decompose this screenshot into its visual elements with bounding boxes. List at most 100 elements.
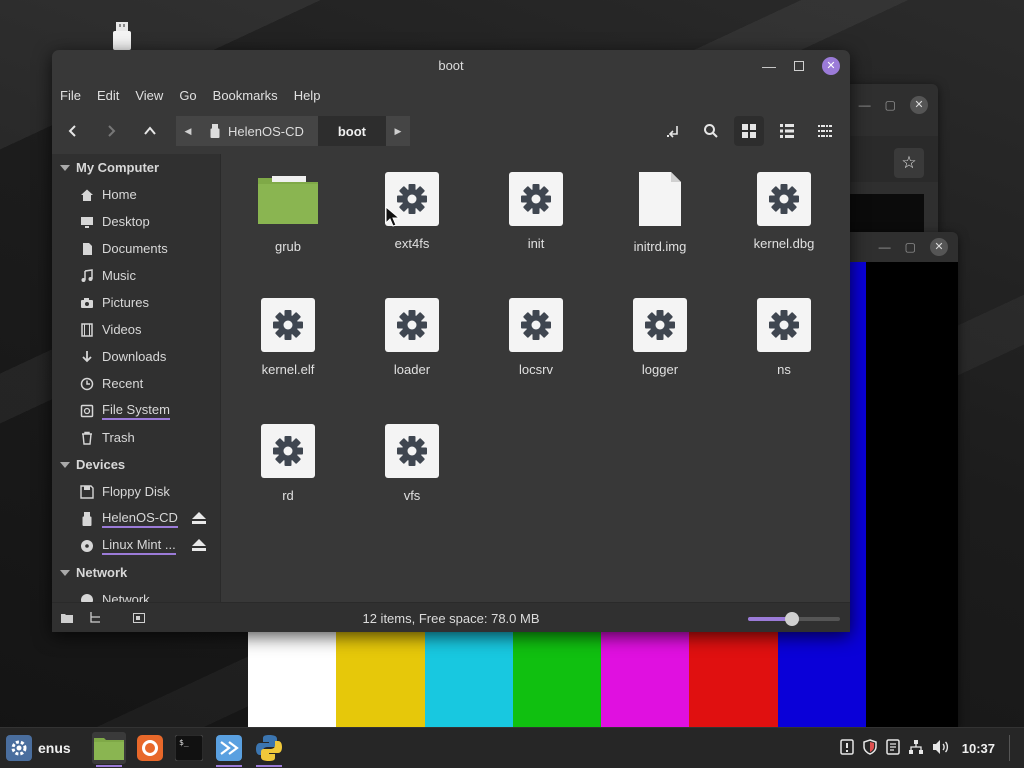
file-item-ns[interactable]: ns (734, 298, 834, 377)
sidebar-item-videos[interactable]: Videos (52, 316, 220, 343)
eject-icon[interactable] (192, 539, 206, 554)
taskbar-app-file-manager[interactable] (92, 732, 126, 767)
sidebar-item-pictures[interactable]: Pictures (52, 289, 220, 316)
sidebar-item-trash[interactable]: Trash (52, 424, 220, 451)
minimize-button[interactable]: — (762, 58, 776, 74)
menu-go[interactable]: Go (171, 84, 204, 108)
up-button[interactable] (135, 114, 165, 148)
sidebar-item-label: Recent (102, 376, 144, 391)
file-name: ns (777, 362, 791, 377)
file-item-ext4fs[interactable]: ext4fs (362, 172, 462, 251)
maximize-button[interactable] (794, 61, 804, 71)
file-item-rd[interactable]: rd (238, 424, 338, 503)
icon-view-button[interactable] (734, 116, 764, 146)
gear-icon (757, 172, 811, 226)
taskbar-app-qemu[interactable] (212, 732, 246, 767)
zoom-slider[interactable] (748, 612, 840, 626)
minimize-icon[interactable]: — (859, 98, 871, 112)
test-bar-6 (777, 632, 866, 728)
menu-bookmarks[interactable]: Bookmarks (205, 84, 286, 108)
compact-view-button[interactable] (810, 116, 840, 146)
notes-icon[interactable] (886, 738, 900, 758)
forward-button[interactable] (96, 114, 126, 148)
file-item-initrd-img[interactable]: initrd.img (610, 172, 710, 254)
show-desktop-button[interactable] (1009, 735, 1016, 761)
menu-view[interactable]: View (127, 84, 171, 108)
sidebar-item-desktop[interactable]: Desktop (52, 208, 220, 235)
file-item-kernel-dbg[interactable]: kernel.dbg (734, 172, 834, 251)
network-icon[interactable] (908, 739, 924, 758)
volume-icon[interactable] (932, 739, 950, 758)
maximize-icon[interactable]: ▢ (905, 240, 916, 254)
sidebar-item-downloads[interactable]: Downloads (52, 343, 220, 370)
list-view-button[interactable] (772, 116, 802, 146)
breadcrumb-left-arrow[interactable]: ◀ (176, 116, 200, 146)
sidebar-item-label: Videos (102, 322, 142, 337)
file-item-kernel-elf[interactable]: kernel.elf (238, 298, 338, 377)
desktop-icon (80, 215, 94, 229)
sidebar-item-music[interactable]: Music (52, 262, 220, 289)
minimize-icon[interactable]: — (879, 240, 891, 254)
breadcrumb-item-helenos-cd[interactable]: HelenOS-CD (200, 116, 318, 146)
color-test-bars (248, 632, 866, 728)
menu-help[interactable]: Help (286, 84, 329, 108)
file-item-loader[interactable]: loader (362, 298, 462, 377)
test-bar-5 (689, 632, 778, 728)
title-bar[interactable]: boot — ✕ (52, 50, 850, 82)
close-icon[interactable]: ✕ (930, 238, 948, 256)
sidebar-item-home[interactable]: Home (52, 181, 220, 208)
usb-drive-desktop-icon[interactable] (112, 22, 132, 50)
maximize-icon[interactable]: ▢ (885, 98, 896, 112)
shield-icon[interactable] (862, 738, 878, 758)
sidebar-item-file-system[interactable]: File System (52, 397, 220, 424)
file-item-logger[interactable]: logger (610, 298, 710, 377)
search-button[interactable] (696, 116, 726, 146)
location-toggle-button[interactable] (658, 116, 688, 146)
file-item-locsrv[interactable]: locsrv (486, 298, 586, 377)
file-item-init[interactable]: init (486, 172, 586, 251)
file-item-vfs[interactable]: vfs (362, 424, 462, 503)
sidebar-item-label: Music (102, 268, 136, 283)
menu-button[interactable]: enus (6, 734, 71, 762)
sidebar-section-devices[interactable]: Devices (52, 451, 220, 478)
taskbar-app-python[interactable] (252, 732, 286, 767)
document-icon (80, 242, 94, 256)
sidebar-section-my-computer[interactable]: My Computer (52, 154, 220, 181)
arrow-right-icon (108, 125, 116, 137)
taskbar-app-firefox[interactable] (133, 732, 167, 764)
gear-icon (385, 424, 439, 478)
file-grid: grub ext4fs init initrd.img kernel.dbg k… (221, 154, 850, 602)
menu-edit[interactable]: Edit (89, 84, 127, 108)
section-title: Network (76, 565, 128, 580)
music-icon (80, 268, 94, 283)
breadcrumb-item-boot[interactable]: boot (317, 116, 387, 146)
clock[interactable]: 10:37 (962, 741, 995, 756)
file-name: logger (641, 362, 679, 377)
sidebar-item-label: File System (102, 402, 170, 420)
sidebar-item-linux-mint[interactable]: Linux Mint ... (52, 532, 220, 559)
update-icon[interactable] (840, 738, 854, 758)
sidebar-item-label: Home (102, 187, 137, 202)
close-button[interactable]: ✕ (822, 57, 840, 75)
breadcrumb-right-arrow[interactable]: ▶ (386, 116, 411, 146)
python-icon (256, 735, 282, 761)
taskbar-app-terminal[interactable]: $_ (172, 732, 206, 764)
eject-icon[interactable] (192, 512, 206, 527)
menu-file[interactable]: File (52, 84, 89, 108)
location-toggle-icon (667, 126, 678, 138)
star-icon[interactable]: ☆ (894, 148, 924, 178)
close-icon[interactable]: ✕ (910, 96, 928, 114)
home-icon (80, 188, 94, 202)
sidebar-item-helenos-cd[interactable]: HelenOS-CD (52, 505, 220, 532)
sidebar-item-label: Pictures (102, 295, 149, 310)
sidebar-item-recent[interactable]: Recent (52, 370, 220, 397)
firefox-icon (137, 735, 163, 761)
test-bar-3 (512, 632, 602, 728)
file-item-grub[interactable]: grub (238, 172, 338, 254)
sidebar-section-network[interactable]: Network (52, 559, 220, 586)
back-button[interactable] (58, 114, 88, 148)
sidebar-item-floppy-disk[interactable]: Floppy Disk (52, 478, 220, 505)
sidebar-item-documents[interactable]: Documents (52, 235, 220, 262)
list-icon (780, 124, 794, 138)
sidebar-item-network[interactable]: Network (52, 586, 220, 602)
